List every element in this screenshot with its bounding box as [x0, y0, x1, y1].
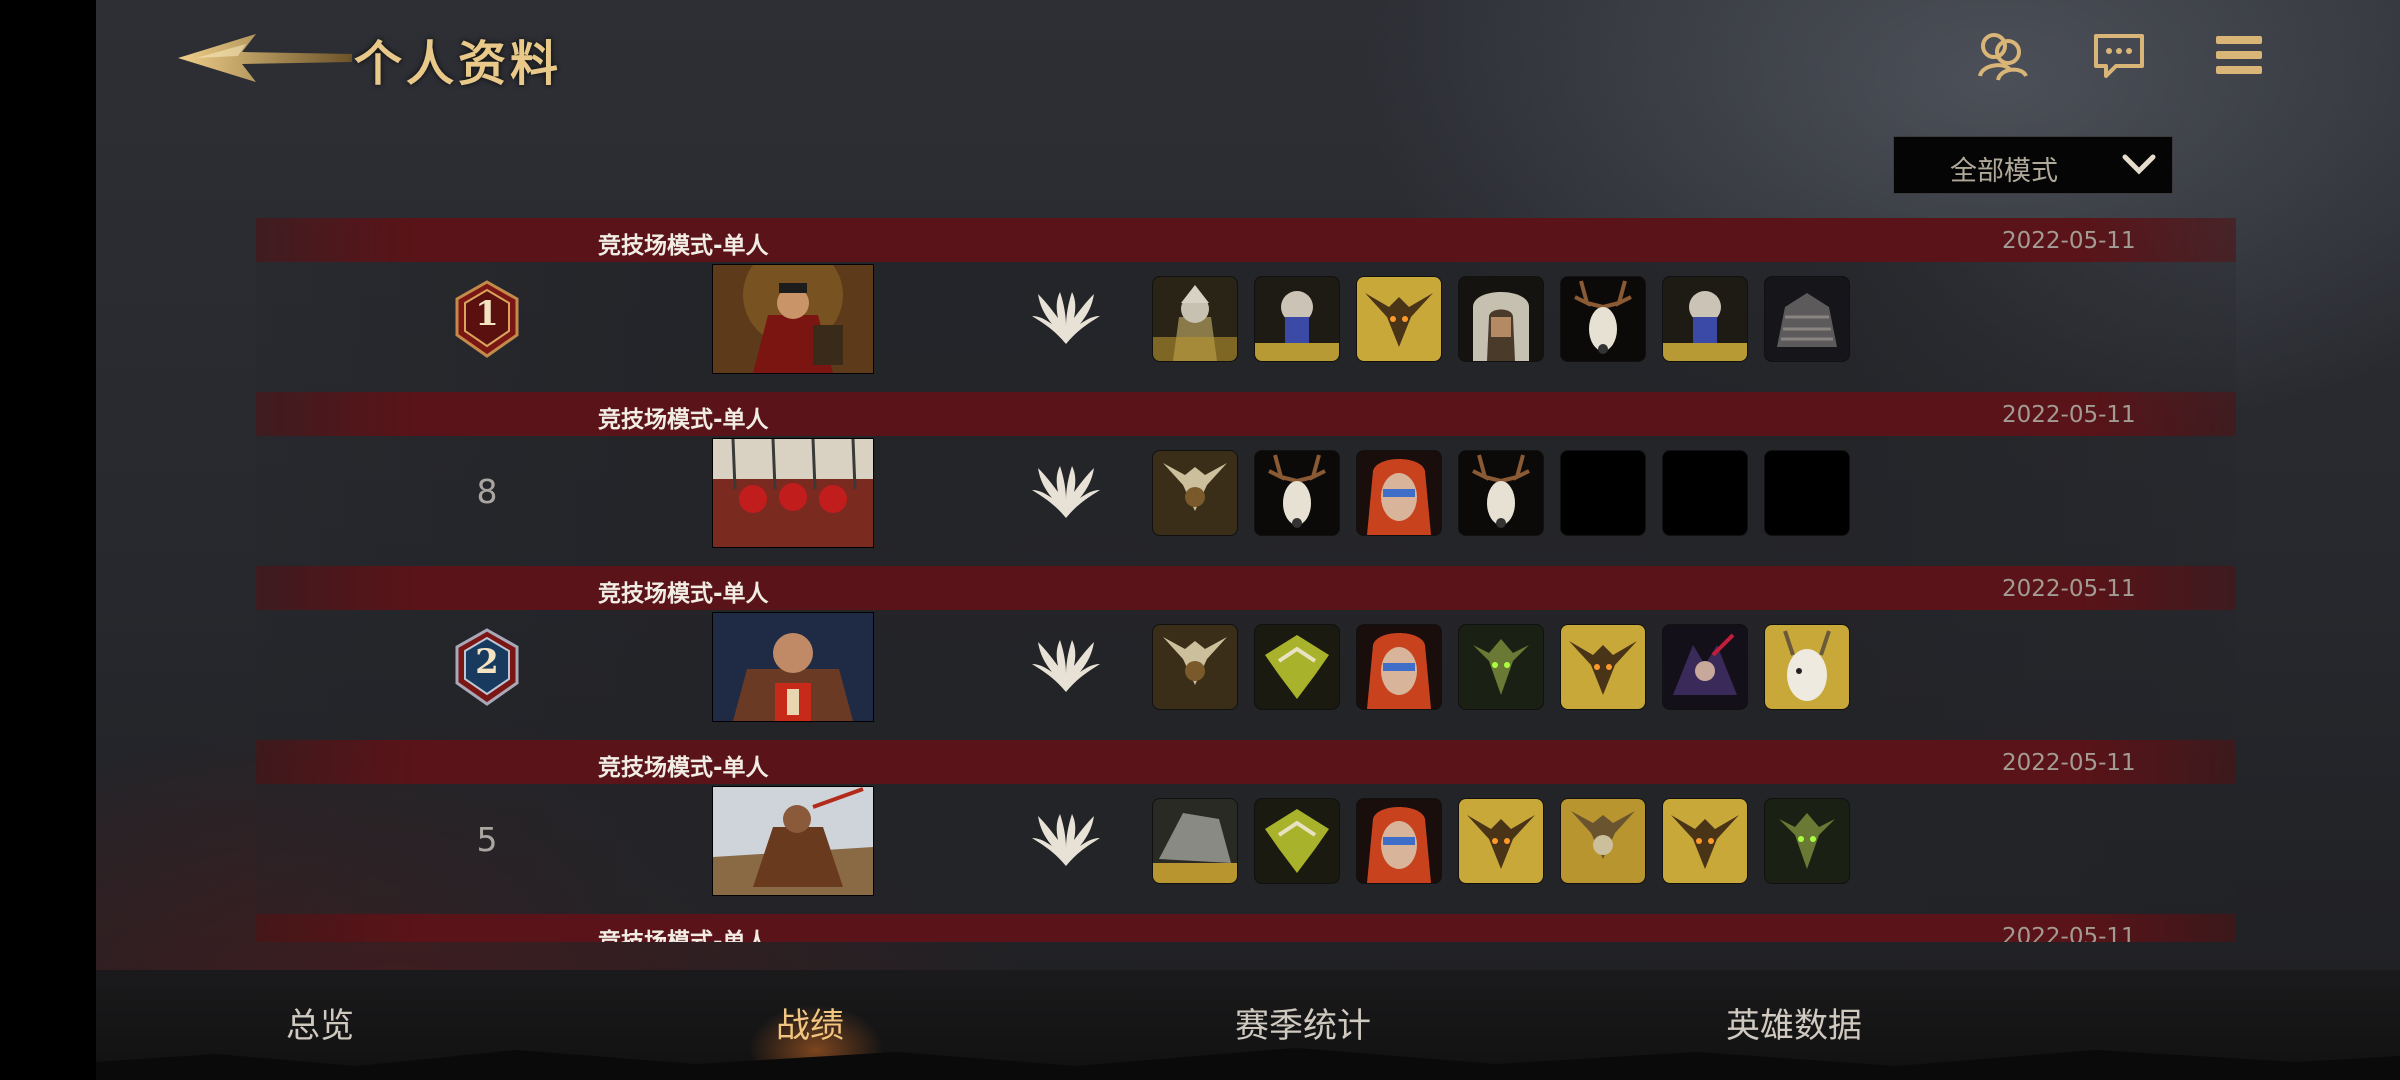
match-header-band	[256, 566, 2236, 610]
mode-select-value: 全部模式	[1950, 156, 2058, 187]
unit-icon[interactable]	[1254, 798, 1340, 884]
commander-portrait[interactable]	[712, 438, 874, 548]
match-header-band	[256, 392, 2236, 436]
match-body: 5	[256, 784, 2236, 914]
app-screen: 个人资料 全部模式 竞技场模式-单人 2022-05-11 1 竞技场模式-单人…	[96, 0, 2400, 1080]
match-mode-label: 竞技场模式-单人	[598, 929, 769, 942]
commander-portrait[interactable]	[712, 264, 874, 374]
friends-icon[interactable]	[1972, 26, 2030, 84]
match-mode-label: 竞技场模式-单人	[598, 755, 769, 781]
unit-icon[interactable]	[1152, 276, 1238, 362]
unit-icon[interactable]	[1560, 624, 1646, 710]
unit-icon[interactable]	[1560, 798, 1646, 884]
rank-number: 5	[476, 820, 498, 859]
match-body: 2	[256, 610, 2236, 740]
rank-number: 2	[475, 642, 499, 682]
tab-overview[interactable]: 总览	[286, 998, 354, 1047]
match-mode-label: 竞技场模式-单人	[598, 407, 769, 433]
match-row[interactable]: 竞技场模式-单人 2022-05-11 2	[256, 566, 2236, 740]
empty-unit-slot	[1764, 450, 1850, 536]
tab-hero-data[interactable]: 英雄数据	[1726, 998, 1862, 1047]
unit-icon[interactable]	[1458, 798, 1544, 884]
match-date: 2022-05-11	[2002, 228, 2136, 254]
unit-icon[interactable]	[1254, 624, 1340, 710]
unit-icon[interactable]	[1662, 798, 1748, 884]
unit-icon[interactable]	[1458, 450, 1544, 536]
match-date: 2022-05-11	[2002, 750, 2136, 776]
empty-unit-slot	[1560, 450, 1646, 536]
match-header-band	[256, 740, 2236, 784]
match-date: 2022-05-11	[2002, 924, 2136, 942]
unit-icon[interactable]	[1356, 276, 1442, 362]
unit-icon[interactable]	[1152, 624, 1238, 710]
match-row[interactable]: 竞技场模式-单人 2022-05-11 5	[256, 740, 2236, 914]
match-mode-label: 竞技场模式-单人	[598, 233, 769, 259]
unit-icon[interactable]	[1662, 276, 1748, 362]
empty-unit-slot	[1662, 450, 1748, 536]
unit-icon[interactable]	[1764, 276, 1850, 362]
unit-icon[interactable]	[1764, 624, 1850, 710]
match-row[interactable]: 竞技场模式-单人 2022-05-11	[256, 914, 2236, 942]
unit-icon[interactable]	[1254, 450, 1340, 536]
mode-select[interactable]: 全部模式	[1893, 136, 2173, 194]
unit-icon[interactable]	[1254, 276, 1340, 362]
unit-icon[interactable]	[1356, 624, 1442, 710]
match-row[interactable]: 竞技场模式-单人 2022-05-11 8	[256, 392, 2236, 566]
faction-antler-icon	[1032, 466, 1100, 518]
unit-icon[interactable]	[1458, 276, 1544, 362]
unit-icon[interactable]	[1152, 798, 1238, 884]
match-body: 8	[256, 436, 2236, 566]
unit-icon[interactable]	[1458, 624, 1544, 710]
match-row[interactable]: 竞技场模式-单人 2022-05-11 1	[256, 218, 2236, 392]
tab-battle-record[interactable]: 战绩	[776, 998, 844, 1047]
chat-icon[interactable]	[2090, 26, 2148, 84]
back-arrow-icon	[178, 34, 352, 82]
match-mode-label: 竞技场模式-单人	[598, 581, 769, 607]
rank-number: 1	[475, 294, 499, 334]
bottom-tab-bar: 总览 战绩 赛季统计 英雄数据	[96, 970, 2400, 1080]
faction-antler-icon	[1032, 640, 1100, 692]
match-date: 2022-05-11	[2002, 576, 2136, 602]
faction-antler-icon	[1032, 292, 1100, 344]
match-header-band	[256, 914, 2236, 942]
unit-icon[interactable]	[1356, 450, 1442, 536]
menu-icon[interactable]	[2210, 26, 2268, 84]
match-list[interactable]: 竞技场模式-单人 2022-05-11 1 竞技场模式-单人 2022-05-1…	[256, 218, 2236, 942]
rank-number: 8	[476, 472, 498, 511]
commander-portrait[interactable]	[712, 612, 874, 722]
rank-badge: 1	[454, 280, 520, 358]
tab-season-stats[interactable]: 赛季统计	[1235, 998, 1371, 1047]
page-title: 个人资料	[354, 36, 563, 92]
unit-icon[interactable]	[1764, 798, 1850, 884]
chevron-down-icon	[2122, 154, 2156, 175]
match-date: 2022-05-11	[2002, 402, 2136, 428]
unit-icon[interactable]	[1560, 276, 1646, 362]
unit-icon[interactable]	[1356, 798, 1442, 884]
rank-badge: 2	[454, 628, 520, 706]
faction-antler-icon	[1032, 814, 1100, 866]
commander-portrait[interactable]	[712, 786, 874, 896]
unit-icon[interactable]	[1152, 450, 1238, 536]
match-header-band	[256, 218, 2236, 262]
unit-icon[interactable]	[1662, 624, 1748, 710]
match-body: 1	[256, 262, 2236, 392]
